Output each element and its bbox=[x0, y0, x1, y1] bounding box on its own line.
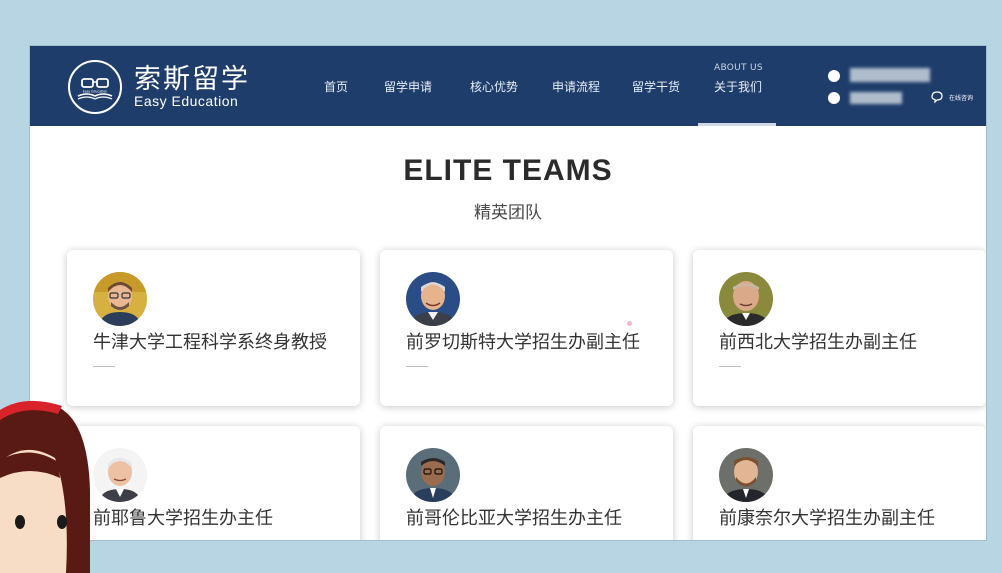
avatar bbox=[406, 448, 460, 502]
phone-number-blurred bbox=[850, 68, 930, 82]
team-card[interactable]: 牛津大学工程科学系终身教授 bbox=[67, 250, 360, 406]
avatar bbox=[719, 448, 773, 502]
logo-small-text: Easy Education bbox=[83, 90, 107, 94]
logo-glasses-book-icon[interactable]: Easy Education bbox=[68, 60, 122, 114]
brand-name-en[interactable]: Easy Education bbox=[134, 93, 238, 109]
website-screenshot: Easy Education 索斯留学 Easy Education 首页 留学… bbox=[30, 46, 986, 540]
avatar bbox=[93, 272, 147, 326]
phone-icon bbox=[828, 70, 840, 82]
section-title: ELITE TEAMS bbox=[403, 154, 613, 187]
nav-application-process[interactable]: 申请流程 bbox=[552, 78, 600, 95]
divider bbox=[406, 366, 428, 367]
section-subtitle: 精英团队 bbox=[474, 203, 542, 223]
nav-core-advantages[interactable]: 核心优势 bbox=[470, 78, 518, 95]
nav-study-application[interactable]: 留学申请 bbox=[384, 78, 432, 95]
nav-home[interactable]: 首页 bbox=[324, 78, 348, 95]
team-card[interactable]: 前哥伦比亚大学招生办主任 bbox=[380, 426, 673, 540]
team-card[interactable]: 前耶鲁大学招生办主任 bbox=[67, 426, 360, 540]
brand-name-cn[interactable]: 索斯留学 bbox=[134, 57, 250, 96]
divider bbox=[93, 366, 115, 367]
online-consult-link[interactable]: 在线咨询 bbox=[949, 93, 973, 102]
avatar bbox=[719, 272, 773, 326]
team-card[interactable]: 前康奈尔大学招生办副主任 bbox=[693, 426, 986, 540]
team-card[interactable]: 前西北大学招生办副主任 bbox=[693, 250, 986, 406]
team-member-title: 前耶鲁大学招生办主任 bbox=[93, 508, 273, 529]
avatar bbox=[406, 272, 460, 326]
team-member-title: 前西北大学招生办副主任 bbox=[719, 332, 917, 353]
team-member-title: 前康奈尔大学招生办副主任 bbox=[719, 508, 935, 529]
avatar bbox=[93, 448, 147, 502]
wechat-icon bbox=[828, 92, 840, 104]
wechat-id-blurred bbox=[850, 92, 902, 104]
nav-study-tips[interactable]: 留学干货 bbox=[632, 78, 680, 95]
site-header: Easy Education 索斯留学 Easy Education 首页 留学… bbox=[30, 46, 986, 126]
nav-about-us-en[interactable]: ABOUT US bbox=[714, 63, 763, 73]
nav-about-us-cn[interactable]: 关于我们 bbox=[714, 78, 762, 95]
chat-hand-icon[interactable] bbox=[930, 90, 946, 104]
cursor-marker bbox=[627, 321, 632, 326]
team-member-title: 前罗切斯特大学招生办副主任 bbox=[406, 332, 640, 353]
team-card[interactable]: 前罗切斯特大学招生办副主任 bbox=[380, 250, 673, 406]
team-member-title: 前哥伦比亚大学招生办主任 bbox=[406, 508, 622, 529]
nav-active-underline bbox=[698, 123, 776, 126]
team-member-title: 牛津大学工程科学系终身教授 bbox=[93, 332, 327, 353]
cartoon-girl-decoration bbox=[0, 400, 90, 573]
divider bbox=[719, 366, 741, 367]
